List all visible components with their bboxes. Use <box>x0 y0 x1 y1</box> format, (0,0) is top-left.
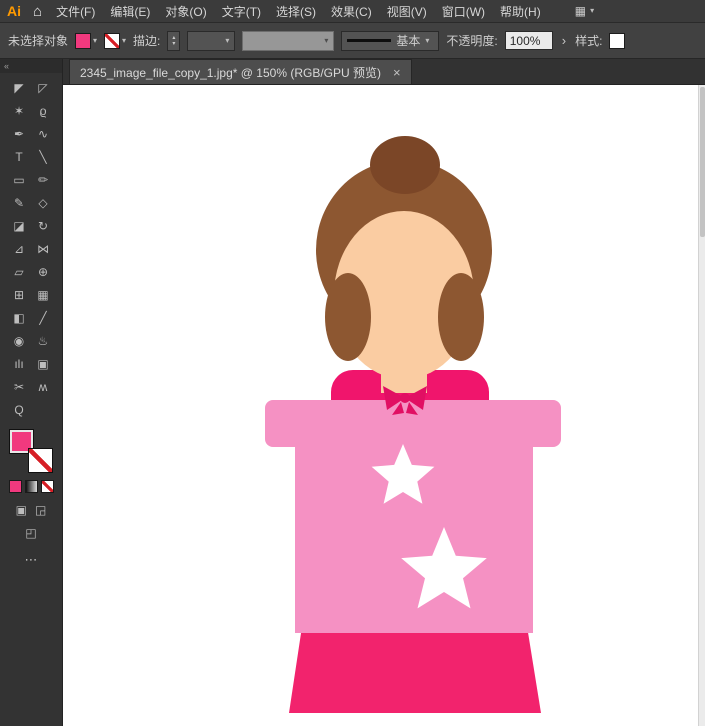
more-tools-button[interactable]: ⋯ <box>25 552 38 568</box>
magic-wand-tool[interactable]: ✶ <box>7 99 31 122</box>
rotate-tool[interactable]: ↻ <box>31 214 55 237</box>
style-label: 样式: <box>575 32 602 49</box>
lasso-tool[interactable]: ϱ <box>31 99 55 122</box>
shaper-tool[interactable]: ◇ <box>31 191 55 214</box>
fill-swatch <box>75 33 91 49</box>
hair-bun-shape <box>370 136 440 194</box>
document-tab-title: 2345_image_file_copy_1.jpg* @ 150% (RGB/… <box>80 64 381 81</box>
zoom-tool[interactable]: Q <box>7 398 31 421</box>
document-tabbar: 2345_image_file_copy_1.jpg* @ 150% (RGB/… <box>63 59 705 85</box>
vertical-scrollbar[interactable] <box>698 85 705 726</box>
tools-grid: ◤◸✶ϱ✒∿T╲▭✏✎◇◪↻⊿⋈▱⊕⊞▦◧╱◉♨ılı▣✂ʍQ <box>7 76 55 421</box>
workspace-switcher[interactable]: ▦ ▾ <box>575 4 594 18</box>
fill-stroke-indicator <box>9 429 53 473</box>
pencil-tool[interactable]: ✎ <box>7 191 31 214</box>
menu-object[interactable]: 对象(O) <box>165 3 206 20</box>
torso-shape <box>295 400 533 633</box>
rectangle-tool[interactable]: ▭ <box>7 168 31 191</box>
chevron-down-icon: ▾ <box>122 37 126 45</box>
artwork-girl-illustration <box>63 85 698 726</box>
stroke-style-preview <box>347 39 391 42</box>
menubar: Ai ⌂ 文件(F) 编辑(E) 对象(O) 文字(T) 选择(S) 效果(C) 视图(V)… <box>0 0 705 23</box>
draw-normal-button[interactable]: ▣ <box>16 503 27 517</box>
main-area: « ◤◸✶ϱ✒∿T╲▭✏✎◇◪↻⊿⋈▱⊕⊞▦◧╱◉♨ılı▣✂ʍQ ▣ ◲ ◰ … <box>0 59 705 726</box>
color-mode-button[interactable] <box>9 480 22 493</box>
variable-width-profile-select[interactable]: ▾ <box>242 31 334 51</box>
chevron-down-icon: ▾ <box>425 37 429 45</box>
selection-tool[interactable]: ◤ <box>7 76 31 99</box>
selection-status: 未选择对象 <box>8 32 68 49</box>
menu-window[interactable]: 窗口(W) <box>442 3 485 20</box>
menu-file[interactable]: 文件(F) <box>56 3 95 20</box>
workspace-grid-icon: ▦ <box>575 4 586 18</box>
menu-type[interactable]: 文字(T) <box>222 3 261 20</box>
curvature-tool[interactable]: ∿ <box>31 122 55 145</box>
draw-behind-button[interactable]: ◲ <box>35 503 46 517</box>
type-tool[interactable]: T <box>7 145 31 168</box>
symbol-sprayer-tool[interactable]: ♨ <box>31 329 55 352</box>
scale-tool[interactable]: ⊿ <box>7 237 31 260</box>
fill-color-picker[interactable]: ▾ <box>75 33 97 49</box>
document-tab[interactable]: 2345_image_file_copy_1.jpg* @ 150% (RGB/… <box>69 59 412 84</box>
menu-view[interactable]: 视图(V) <box>387 3 427 20</box>
control-bar: 未选择对象 ▾ ▾ 描边: ▴ ▾ ▾ ▾ 基本 ▾ 不透明度: 100% › … <box>0 23 705 59</box>
column-graph-tool[interactable]: ılı <box>7 352 31 375</box>
chevron-down-icon: ▾ <box>590 7 594 15</box>
menu-select[interactable]: 选择(S) <box>276 3 316 20</box>
gradient-tool[interactable]: ◧ <box>7 306 31 329</box>
tools-panel: « ◤◸✶ϱ✒∿T╲▭✏✎◇◪↻⊿⋈▱⊕⊞▦◧╱◉♨ılı▣✂ʍQ ▣ ◲ ◰ … <box>0 59 63 726</box>
chevron-down-icon: ▾ <box>93 37 97 45</box>
gradient-mode-button[interactable] <box>25 480 38 493</box>
slice-tool[interactable]: ✂ <box>7 375 31 398</box>
eraser-tool[interactable]: ◪ <box>7 214 31 237</box>
width-tool[interactable]: ⋈ <box>31 237 55 260</box>
expand-panel-icon[interactable]: › <box>562 33 566 48</box>
app-logo: Ai <box>7 3 21 19</box>
home-icon[interactable]: ⌂ <box>33 4 42 19</box>
chevron-down-icon: ▾ <box>324 37 328 45</box>
eyedropper-tool[interactable]: ╱ <box>31 306 55 329</box>
hair-lock-right <box>438 273 484 361</box>
pen-tool[interactable]: ✒ <box>7 122 31 145</box>
menu-effect[interactable]: 效果(C) <box>331 3 372 20</box>
line-segment-tool[interactable]: ╲ <box>31 145 55 168</box>
stroke-weight-select[interactable]: ▾ <box>187 31 235 51</box>
stroke-none-swatch <box>104 33 120 49</box>
opacity-input[interactable]: 100% <box>505 31 553 50</box>
hand-tool[interactable]: ʍ <box>31 375 55 398</box>
menu-edit[interactable]: 编辑(E) <box>110 3 150 20</box>
stroke-weight-label: 描边: <box>133 32 160 49</box>
blend-tool[interactable]: ◉ <box>7 329 31 352</box>
paint-mode-buttons <box>9 480 54 493</box>
illustrator-window: Ai ⌂ 文件(F) 编辑(E) 对象(O) 文字(T) 选择(S) 效果(C) 视图(V)… <box>0 0 705 726</box>
scrollbar-thumb[interactable] <box>700 87 705 237</box>
style-swatch[interactable] <box>609 33 625 49</box>
stroke-weight-stepper[interactable]: ▴ ▾ <box>167 31 180 51</box>
stroke-color-box[interactable] <box>28 448 53 473</box>
stroke-style-select[interactable]: 基本 ▾ <box>341 31 439 51</box>
perspective-grid-tool[interactable]: ⊞ <box>7 283 31 306</box>
skirt-shape <box>289 620 541 713</box>
mesh-tool[interactable]: ▦ <box>31 283 55 306</box>
collapse-panel-button[interactable]: « <box>0 59 62 73</box>
paintbrush-tool[interactable]: ✏ <box>31 168 55 191</box>
shape-builder-tool[interactable]: ⊕ <box>31 260 55 283</box>
opacity-label: 不透明度: <box>446 32 497 49</box>
artboard-tool[interactable]: ▣ <box>31 352 55 375</box>
draw-mode-buttons: ▣ ◲ <box>16 503 47 517</box>
close-tab-icon[interactable]: × <box>393 65 401 80</box>
stroke-color-picker[interactable]: ▾ <box>104 33 126 49</box>
hair-lock-left <box>325 273 371 361</box>
direct-selection-tool[interactable]: ◸ <box>31 76 55 99</box>
screen-mode-button[interactable]: ◰ <box>25 526 36 540</box>
stepper-down-icon: ▾ <box>172 41 175 47</box>
free-transform-tool[interactable]: ▱ <box>7 260 31 283</box>
none-mode-button[interactable] <box>41 480 54 493</box>
canvas[interactable] <box>63 85 705 726</box>
menu-items: 文件(F) 编辑(E) 对象(O) 文字(T) 选择(S) 效果(C) 视图(V) 窗口(W)… <box>56 3 541 20</box>
stroke-style-label: 基本 <box>396 32 420 49</box>
document-area: 2345_image_file_copy_1.jpg* @ 150% (RGB/… <box>63 59 705 726</box>
menu-help[interactable]: 帮助(H) <box>500 3 541 20</box>
chevron-down-icon: ▾ <box>225 37 229 45</box>
